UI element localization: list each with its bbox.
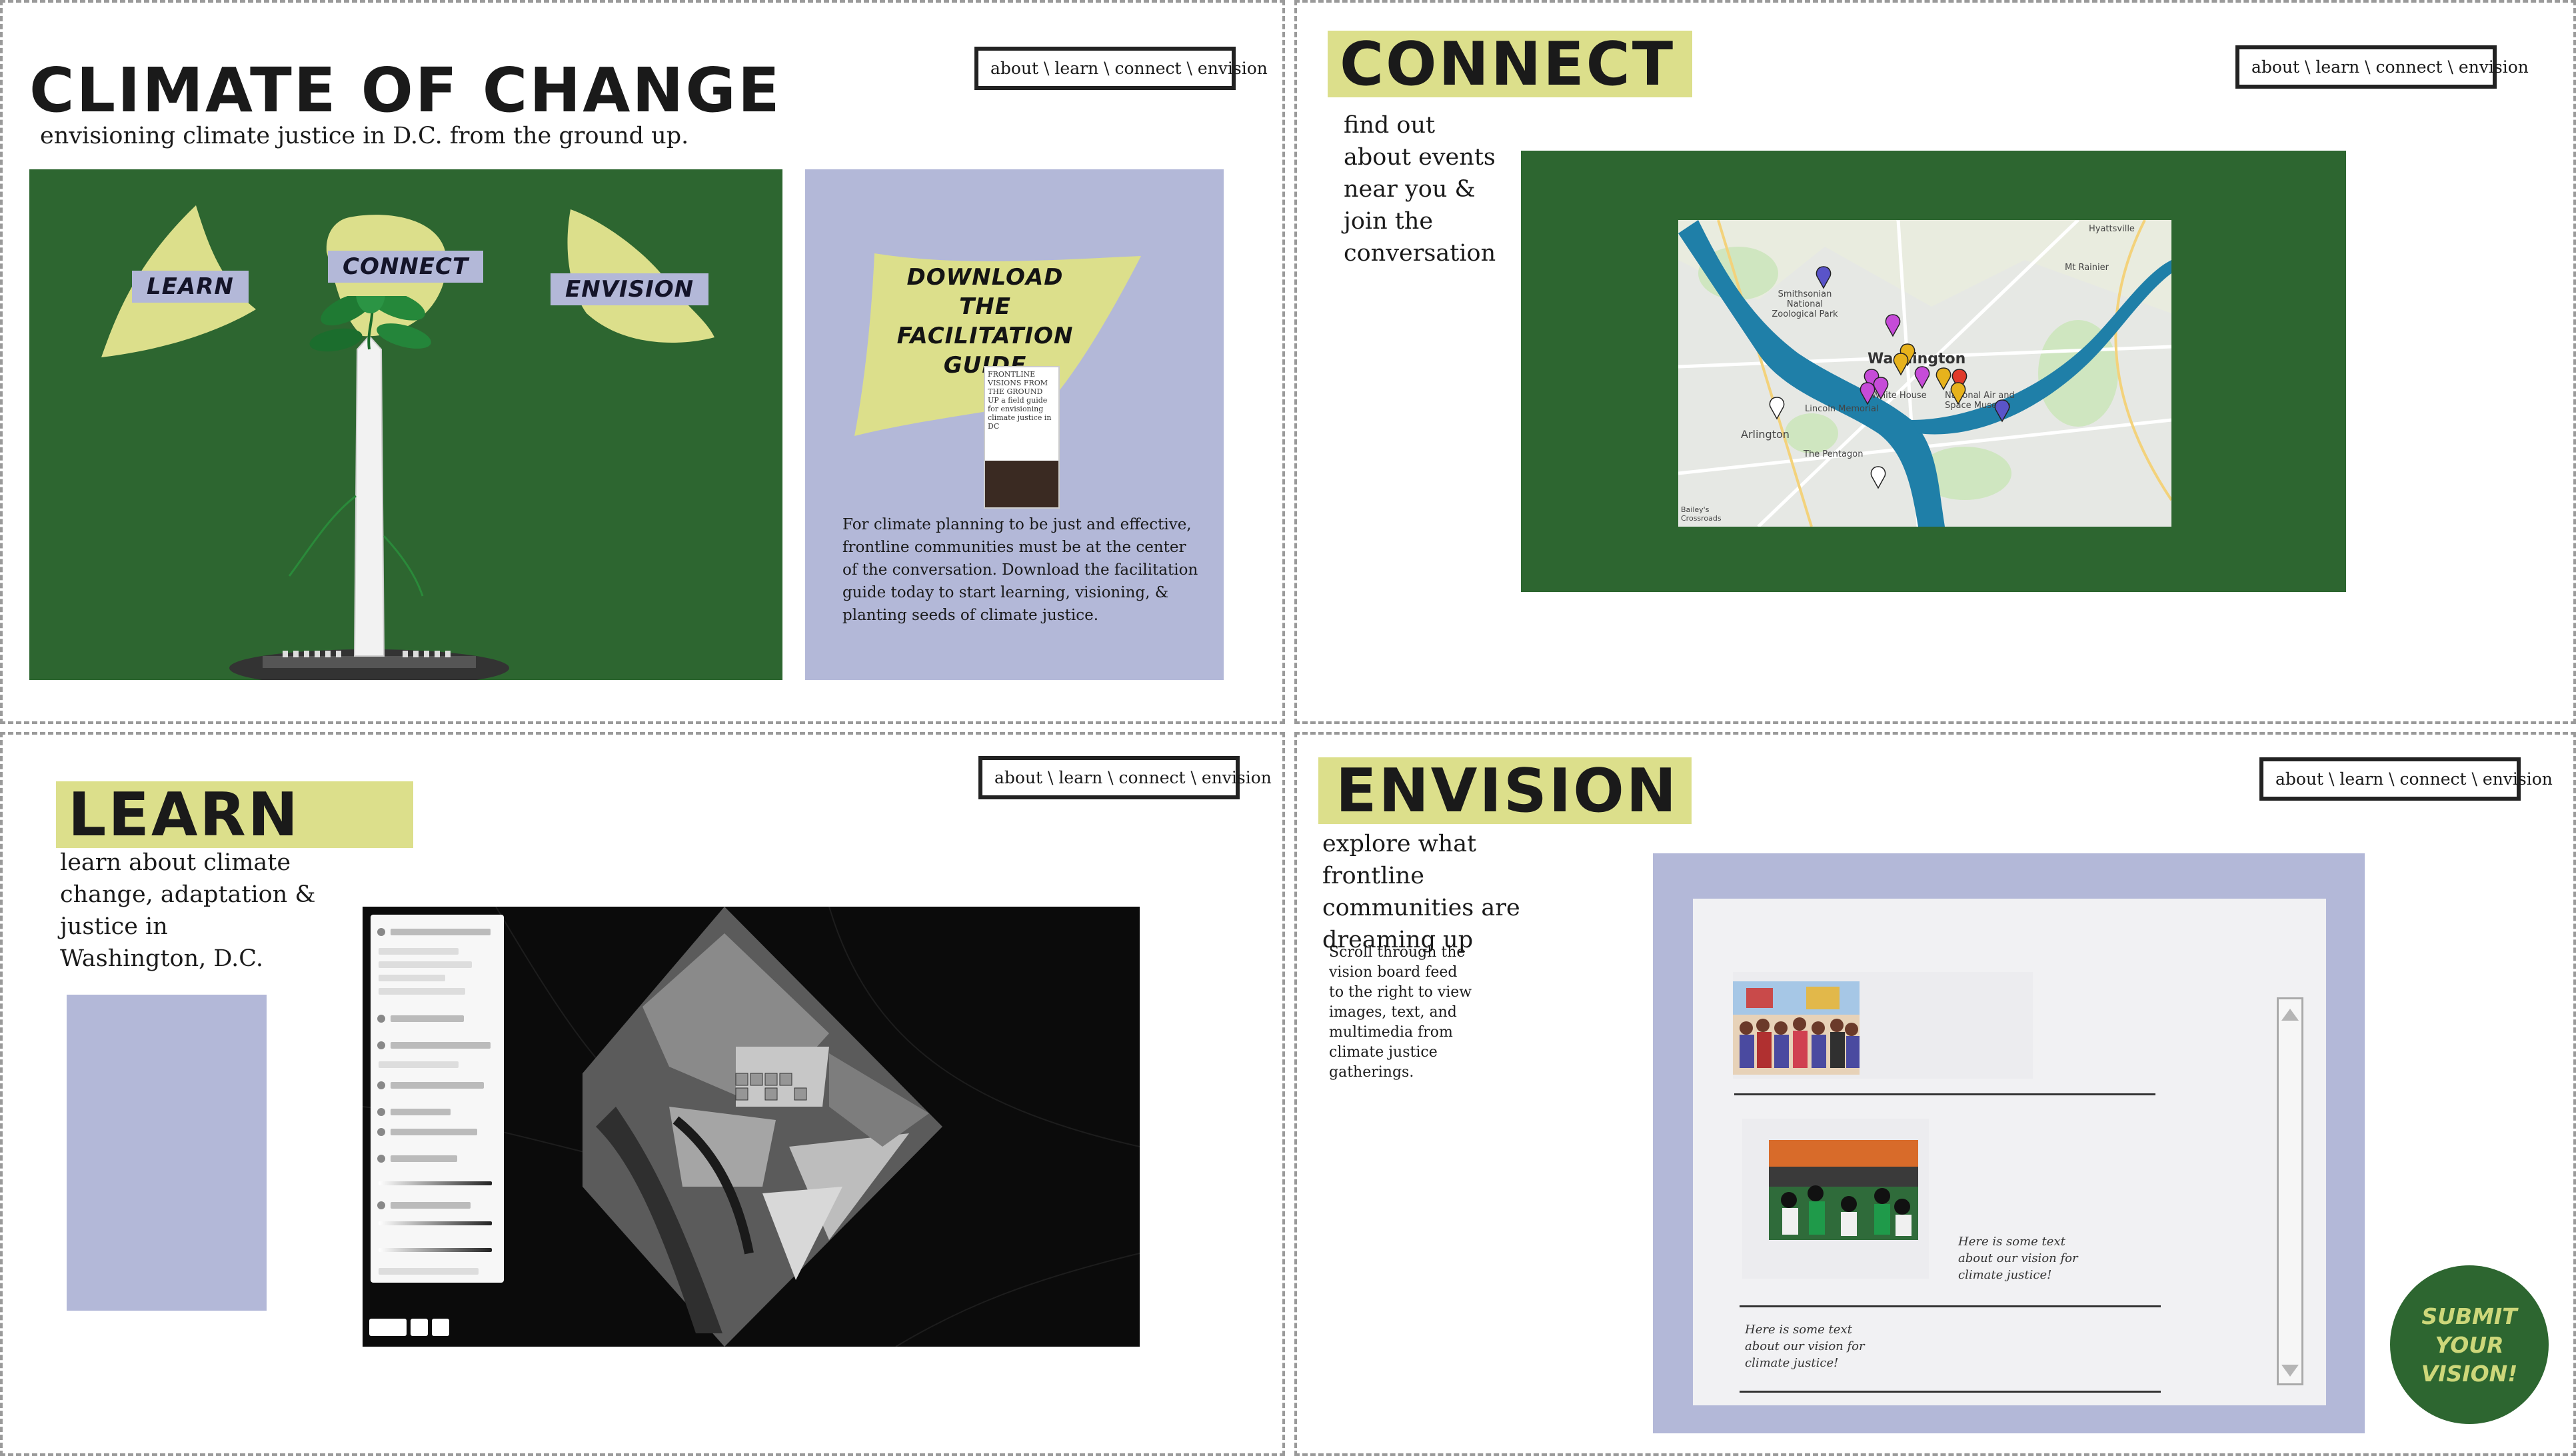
guide-description: For climate planning to be just and effe… [842,516,1198,624]
guide-download-link[interactable]: DOWNLOAD THE FACILITATION GUIDE [885,263,1085,380]
event-marker[interactable] [1873,377,1889,400]
feed-divider [1734,1093,2155,1095]
event-marker[interactable] [1950,382,1966,405]
nav-menu[interactable]: about \ learn \ connect \ envision [974,47,1268,90]
event-marker[interactable] [1769,397,1785,420]
feed-caption: Here is some text about our vision for c… [1745,1323,1865,1370]
scroll-up-icon[interactable] [2279,1006,2301,1026]
connect-intro: find out about events near you & join th… [1344,112,1496,267]
connect-panel: CONNECT find out about events near you &… [1294,0,2576,724]
map-control-button[interactable] [411,1319,428,1336]
envision-panel: ENVISION explore what frontline communit… [1294,732,2576,1456]
page-subtitle: envisioning climate justice in D.C. from… [40,123,689,149]
guide-cover-thumbnail[interactable]: FRONTLINE VISIONS FROM THE GROUND UP a f… [984,366,1060,509]
learn-intro: learn about climate change, adaptation &… [60,849,316,972]
connect-title: CONNECT [1328,31,1693,97]
about-panel: CLIMATE OF CHANGE envisioning climate ju… [0,0,1285,724]
event-marker[interactable] [1914,366,1930,389]
feed-scrollbar[interactable] [2277,997,2303,1385]
event-marker[interactable] [1994,399,2010,423]
event-marker[interactable] [1893,353,1909,376]
learn-panel: LEARN learn about climate change, adapta… [0,732,1285,1456]
map-layer-panel[interactable] [371,915,504,1283]
submit-vision-button[interactable]: SUBMIT YOUR VISION! [2390,1265,2549,1424]
event-marker[interactable] [1885,314,1901,337]
feed-divider [1740,1305,2161,1307]
events-map-frame: Washington Arlington The Pentagon Smiths… [1521,151,2346,592]
map-control-button[interactable] [432,1319,449,1336]
hero-link-connect[interactable]: CONNECT [328,251,484,283]
event-marker[interactable] [1935,367,1951,391]
hero-image: LEARN CONNECT ENVISION [29,169,782,680]
vision-board-feed[interactable]: Here is some text about our vision for c… [1693,899,2326,1405]
monument-plant-illustration [229,296,509,680]
facilitation-guide-panel: DOWNLOAD THE FACILITATION GUIDE FRONTLIN… [805,169,1224,680]
event-marker[interactable] [1816,266,1832,289]
map-control-button[interactable] [369,1319,407,1336]
map-markers[interactable] [1678,220,2171,527]
guide-cover-soil [985,461,1058,507]
nav-menu[interactable]: about \ learn \ connect \ envision [2235,45,2529,89]
feed-card-image[interactable] [1742,1119,1929,1279]
vision-board-frame: Here is some text about our vision for c… [1653,853,2365,1433]
feed-divider [1740,1391,2161,1393]
envision-intro: explore what frontline communities are d… [1322,831,1520,953]
feed-caption: Here is some text about our vision for c… [1958,1235,2078,1282]
hero-link-learn[interactable]: LEARN [132,271,249,303]
nav-menu[interactable]: about \ learn \ connect \ envision [978,756,1272,799]
gathering-photo [1769,1140,1918,1240]
nav-menu[interactable]: about \ learn \ connect \ envision [2259,757,2553,801]
learn-title: LEARN [56,781,414,848]
scroll-down-icon[interactable] [2279,1359,2301,1379]
envision-instructions: Scroll through the vision board feed to … [1329,944,1472,1081]
envision-title: ENVISION [1318,757,1692,824]
hero-link-envision[interactable]: ENVISION [551,273,709,305]
guide-cover-text: FRONTLINE VISIONS FROM THE GROUND UP a f… [988,370,1052,431]
feed-card-image[interactable] [1733,972,2033,1079]
event-marker[interactable] [1860,382,1876,405]
events-map[interactable]: Washington Arlington The Pentagon Smiths… [1678,220,2171,527]
gathering-photo [1733,981,1860,1075]
climate-data-map[interactable] [363,907,1140,1347]
event-marker[interactable] [1870,466,1886,489]
learn-side-box [67,995,267,1311]
page-title: CLIMATE OF CHANGE [29,55,782,126]
